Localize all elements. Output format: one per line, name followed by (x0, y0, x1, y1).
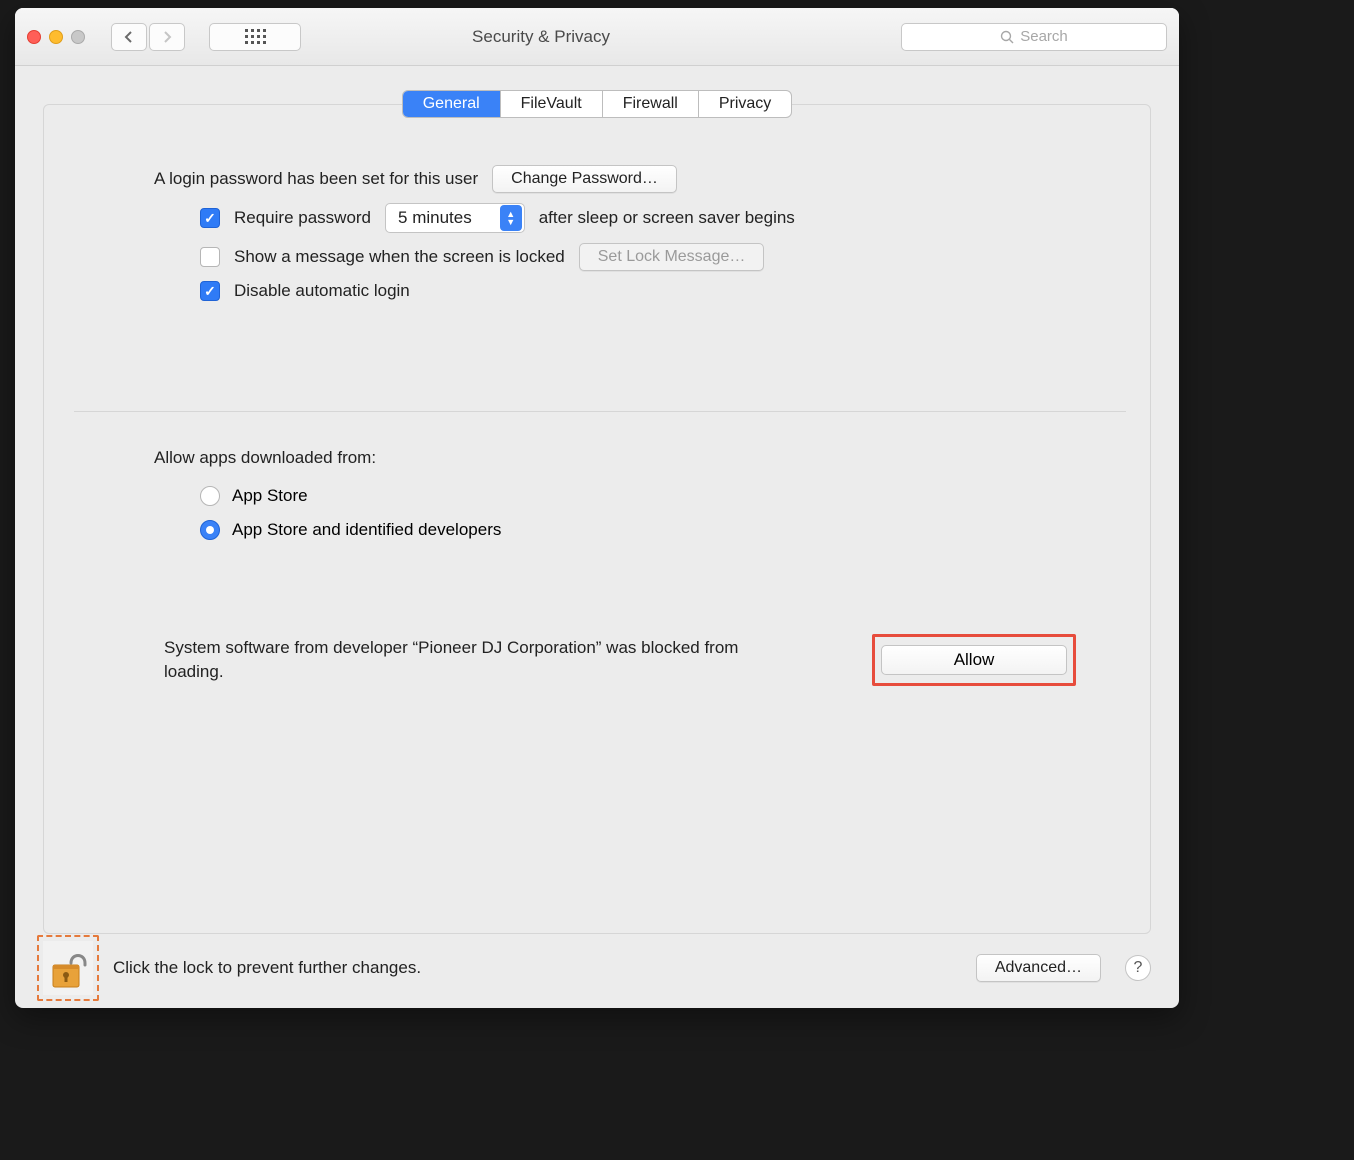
radio-appstore-label: App Store (232, 486, 308, 506)
content-area: General FileVault Firewall Privacy A log… (15, 66, 1179, 934)
tab-privacy[interactable]: Privacy (699, 91, 791, 117)
search-icon (1000, 30, 1014, 44)
login-password-row: A login password has been set for this u… (154, 165, 1086, 193)
preferences-window: Security & Privacy Search General FileVa… (15, 8, 1179, 1008)
require-password-label: Require password (234, 208, 371, 228)
disable-auto-login-row: Disable automatic login (154, 281, 1086, 301)
after-sleep-label: after sleep or screen saver begins (539, 208, 795, 228)
forward-button[interactable] (149, 23, 185, 51)
require-password-row: Require password 5 minutes ▲▼ after slee… (154, 203, 1086, 233)
disable-auto-login-checkbox[interactable] (200, 281, 220, 301)
change-password-button[interactable]: Change Password… (492, 165, 677, 193)
tab-filevault[interactable]: FileVault (501, 91, 603, 117)
chevron-updown-icon: ▲▼ (500, 205, 522, 231)
close-icon[interactable] (27, 30, 41, 44)
window-controls (27, 30, 85, 44)
window-title: Security & Privacy (191, 27, 891, 47)
allow-highlight: Allow (872, 634, 1076, 686)
lock-button[interactable] (43, 941, 93, 995)
tab-general[interactable]: General (403, 91, 501, 117)
radio-appstore-dev-label: App Store and identified developers (232, 520, 501, 540)
allow-button[interactable]: Allow (881, 645, 1067, 675)
show-message-row: Show a message when the screen is locked… (154, 243, 1086, 271)
radio-appstore-row: App Store (154, 486, 1086, 506)
disable-auto-login-label: Disable automatic login (234, 281, 410, 301)
lock-text: Click the lock to prevent further change… (113, 958, 962, 978)
blocked-message: System software from developer “Pioneer … (164, 636, 784, 684)
show-message-label: Show a message when the screen is locked (234, 247, 565, 267)
delay-value: 5 minutes (398, 208, 472, 228)
set-lock-message-button: Set Lock Message… (579, 243, 765, 271)
radio-appstore-dev-row: App Store and identified developers (154, 520, 1086, 540)
help-button[interactable]: ? (1125, 955, 1151, 981)
radio-appstore[interactable] (200, 486, 220, 506)
tab-bar: General FileVault Firewall Privacy (43, 90, 1151, 118)
radio-appstore-dev[interactable] (200, 520, 220, 540)
titlebar: Security & Privacy Search (15, 8, 1179, 66)
login-password-text: A login password has been set for this u… (154, 169, 478, 189)
search-input[interactable]: Search (901, 23, 1167, 51)
nav-buttons (111, 23, 185, 51)
search-placeholder: Search (1020, 28, 1068, 45)
tab-firewall[interactable]: Firewall (603, 91, 699, 117)
back-button[interactable] (111, 23, 147, 51)
zoom-icon (71, 30, 85, 44)
minimize-icon[interactable] (49, 30, 63, 44)
require-password-delay-select[interactable]: 5 minutes ▲▼ (385, 203, 525, 233)
require-password-checkbox[interactable] (200, 208, 220, 228)
advanced-button[interactable]: Advanced… (976, 954, 1101, 982)
lock-highlight (37, 935, 99, 1001)
allow-apps-heading: Allow apps downloaded from: (154, 448, 1086, 468)
unlock-icon (49, 945, 87, 991)
divider (74, 411, 1126, 412)
segmented-control: General FileVault Firewall Privacy (402, 90, 793, 118)
footer: Click the lock to prevent further change… (15, 934, 1179, 1008)
blocked-software-row: System software from developer “Pioneer … (154, 634, 1086, 686)
show-message-checkbox[interactable] (200, 247, 220, 267)
general-panel: A login password has been set for this u… (43, 104, 1151, 934)
